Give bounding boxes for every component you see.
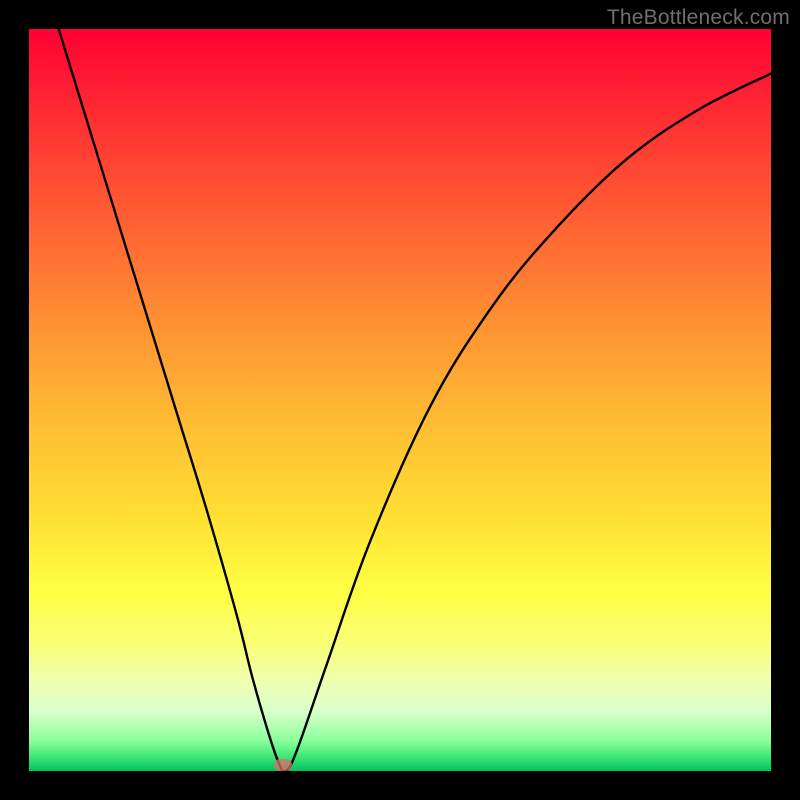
chart-frame: TheBottleneck.com — [0, 0, 800, 800]
plot-area — [29, 29, 771, 771]
min-marker — [273, 759, 292, 772]
watermark-text: TheBottleneck.com — [607, 6, 790, 30]
bottleneck-curve-path — [59, 29, 771, 771]
curve-svg — [29, 29, 771, 771]
